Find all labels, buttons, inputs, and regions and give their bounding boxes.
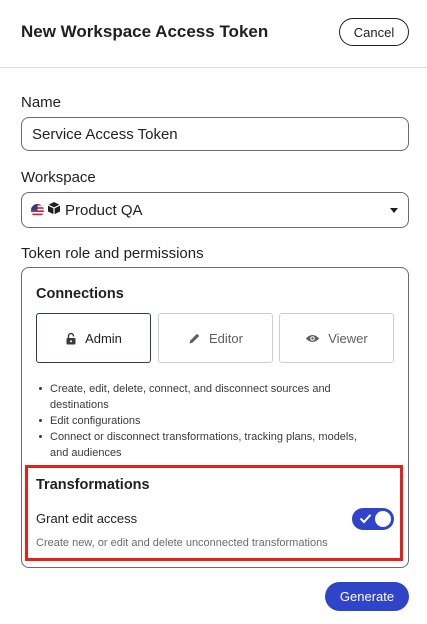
grant-edit-toggle[interactable] (352, 508, 394, 530)
transformations-title: Transformations (36, 477, 150, 493)
chevron-down-icon (390, 208, 398, 213)
role-editor-label: Editor (209, 330, 243, 346)
cube-icon (47, 201, 61, 220)
name-label: Name (21, 94, 62, 111)
permissions-label: Token role and permissions (21, 245, 204, 262)
lock-icon (66, 332, 76, 344)
dialog-title: New Workspace Access Token (21, 22, 269, 41)
cancel-button[interactable]: Cancel (339, 18, 409, 46)
workspace-select[interactable]: Product QA (21, 192, 409, 228)
workspace-label: Workspace (21, 169, 96, 186)
role-viewer-label: Viewer (328, 330, 368, 346)
connections-title: Connections (36, 286, 124, 302)
role-editor-button[interactable]: Editor (158, 313, 273, 363)
generate-button[interactable]: Generate (325, 582, 409, 611)
check-icon (359, 514, 372, 524)
pencil-icon (189, 333, 200, 343)
grant-edit-label: Grant edit access (36, 511, 138, 526)
permission-list: Create, edit, delete, connect, and disco… (38, 381, 358, 461)
list-item: Edit configurations (38, 413, 358, 429)
role-admin-label: Admin (85, 330, 122, 346)
toggle-knob (375, 511, 391, 527)
dialog-header: New Workspace Access Token Cancel (0, 0, 427, 68)
workspace-select-value: Product QA (65, 201, 143, 219)
list-item: Connect or disconnect transformations, t… (38, 429, 358, 461)
role-viewer-button[interactable]: Viewer (279, 313, 394, 363)
eye-icon (306, 334, 320, 342)
list-item: Create, edit, delete, connect, and disco… (38, 381, 358, 413)
grant-edit-help: Create new, or edit and delete unconnect… (36, 537, 328, 549)
name-input[interactable] (21, 117, 409, 151)
role-admin-button[interactable]: Admin (36, 313, 151, 363)
us-flag-icon (31, 203, 44, 217)
